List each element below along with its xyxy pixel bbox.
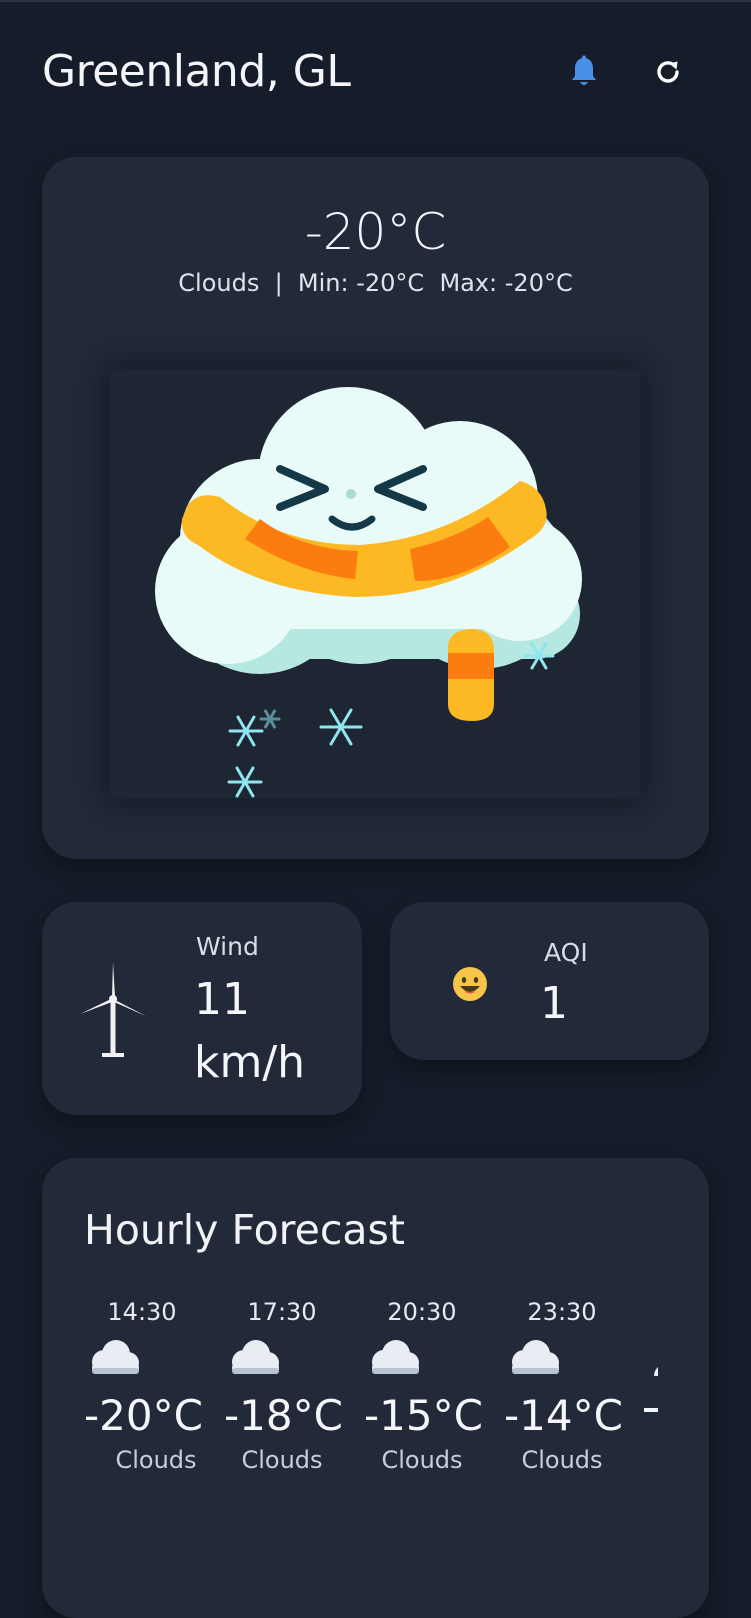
- hourly-condition: Clouds: [241, 1446, 323, 1474]
- aqi-value: 1: [540, 978, 568, 1029]
- hourly-item[interactable]: 20:30 -15°C Clouds: [364, 1298, 504, 1474]
- top-divider: [0, 0, 751, 2]
- weather-summary: Clouds | Min: -20°C Max: -20°C: [178, 269, 573, 297]
- wind-value: 11 km/h: [194, 974, 306, 1088]
- wind-turbine-icon: [78, 960, 148, 1064]
- hourly-forecast-card: Hourly Forecast 14:30 -20°C Clouds 17:30…: [42, 1158, 709, 1618]
- cloud-icon: [84, 1338, 224, 1380]
- hourly-condition: Clouds: [115, 1446, 197, 1474]
- hourly-condition: Clouds: [521, 1446, 603, 1474]
- bell-icon[interactable]: [564, 52, 604, 92]
- hourly-item[interactable]: 17:30 -18°C Clouds: [224, 1298, 364, 1474]
- weather-illustration: [110, 369, 640, 799]
- hourly-temperature: -20°C: [84, 1391, 203, 1440]
- aqi-card: AQI 1: [390, 902, 709, 1060]
- hourly-time: 20:30: [387, 1298, 457, 1326]
- hourly-temperature: -15°C: [364, 1391, 483, 1440]
- hourly-condition: Clouds: [381, 1446, 463, 1474]
- smiling-face-icon: [452, 966, 488, 1006]
- hourly-time: 14:30: [107, 1298, 177, 1326]
- cloud-icon: [504, 1338, 644, 1380]
- aqi-label: AQI: [544, 938, 588, 967]
- partial-hourly-item: [644, 1408, 658, 1412]
- hourly-item[interactable]: 14:30 -20°C Clouds: [84, 1298, 224, 1474]
- hourly-time: 23:30: [527, 1298, 597, 1326]
- current-temperature: -20°C: [304, 203, 447, 261]
- wind-label: Wind: [196, 932, 259, 961]
- city-title: Greenland, GL: [42, 46, 351, 97]
- hourly-time: 17:30: [247, 1298, 317, 1326]
- refresh-icon[interactable]: [648, 52, 688, 92]
- hourly-temperature: -18°C: [224, 1391, 343, 1440]
- current-weather-card: -20°C Clouds | Min: -20°C Max: -20°C: [42, 157, 709, 859]
- cloud-icon: [224, 1338, 364, 1380]
- hourly-item[interactable]: 23:30 -14°C Clouds: [504, 1298, 644, 1474]
- cloud-icon: [364, 1338, 504, 1380]
- cloud-icon: [646, 1352, 658, 1376]
- hourly-forecast-title: Hourly Forecast: [84, 1206, 405, 1254]
- hourly-temperature: -14°C: [504, 1391, 623, 1440]
- wind-card: Wind 11 km/h: [42, 902, 362, 1115]
